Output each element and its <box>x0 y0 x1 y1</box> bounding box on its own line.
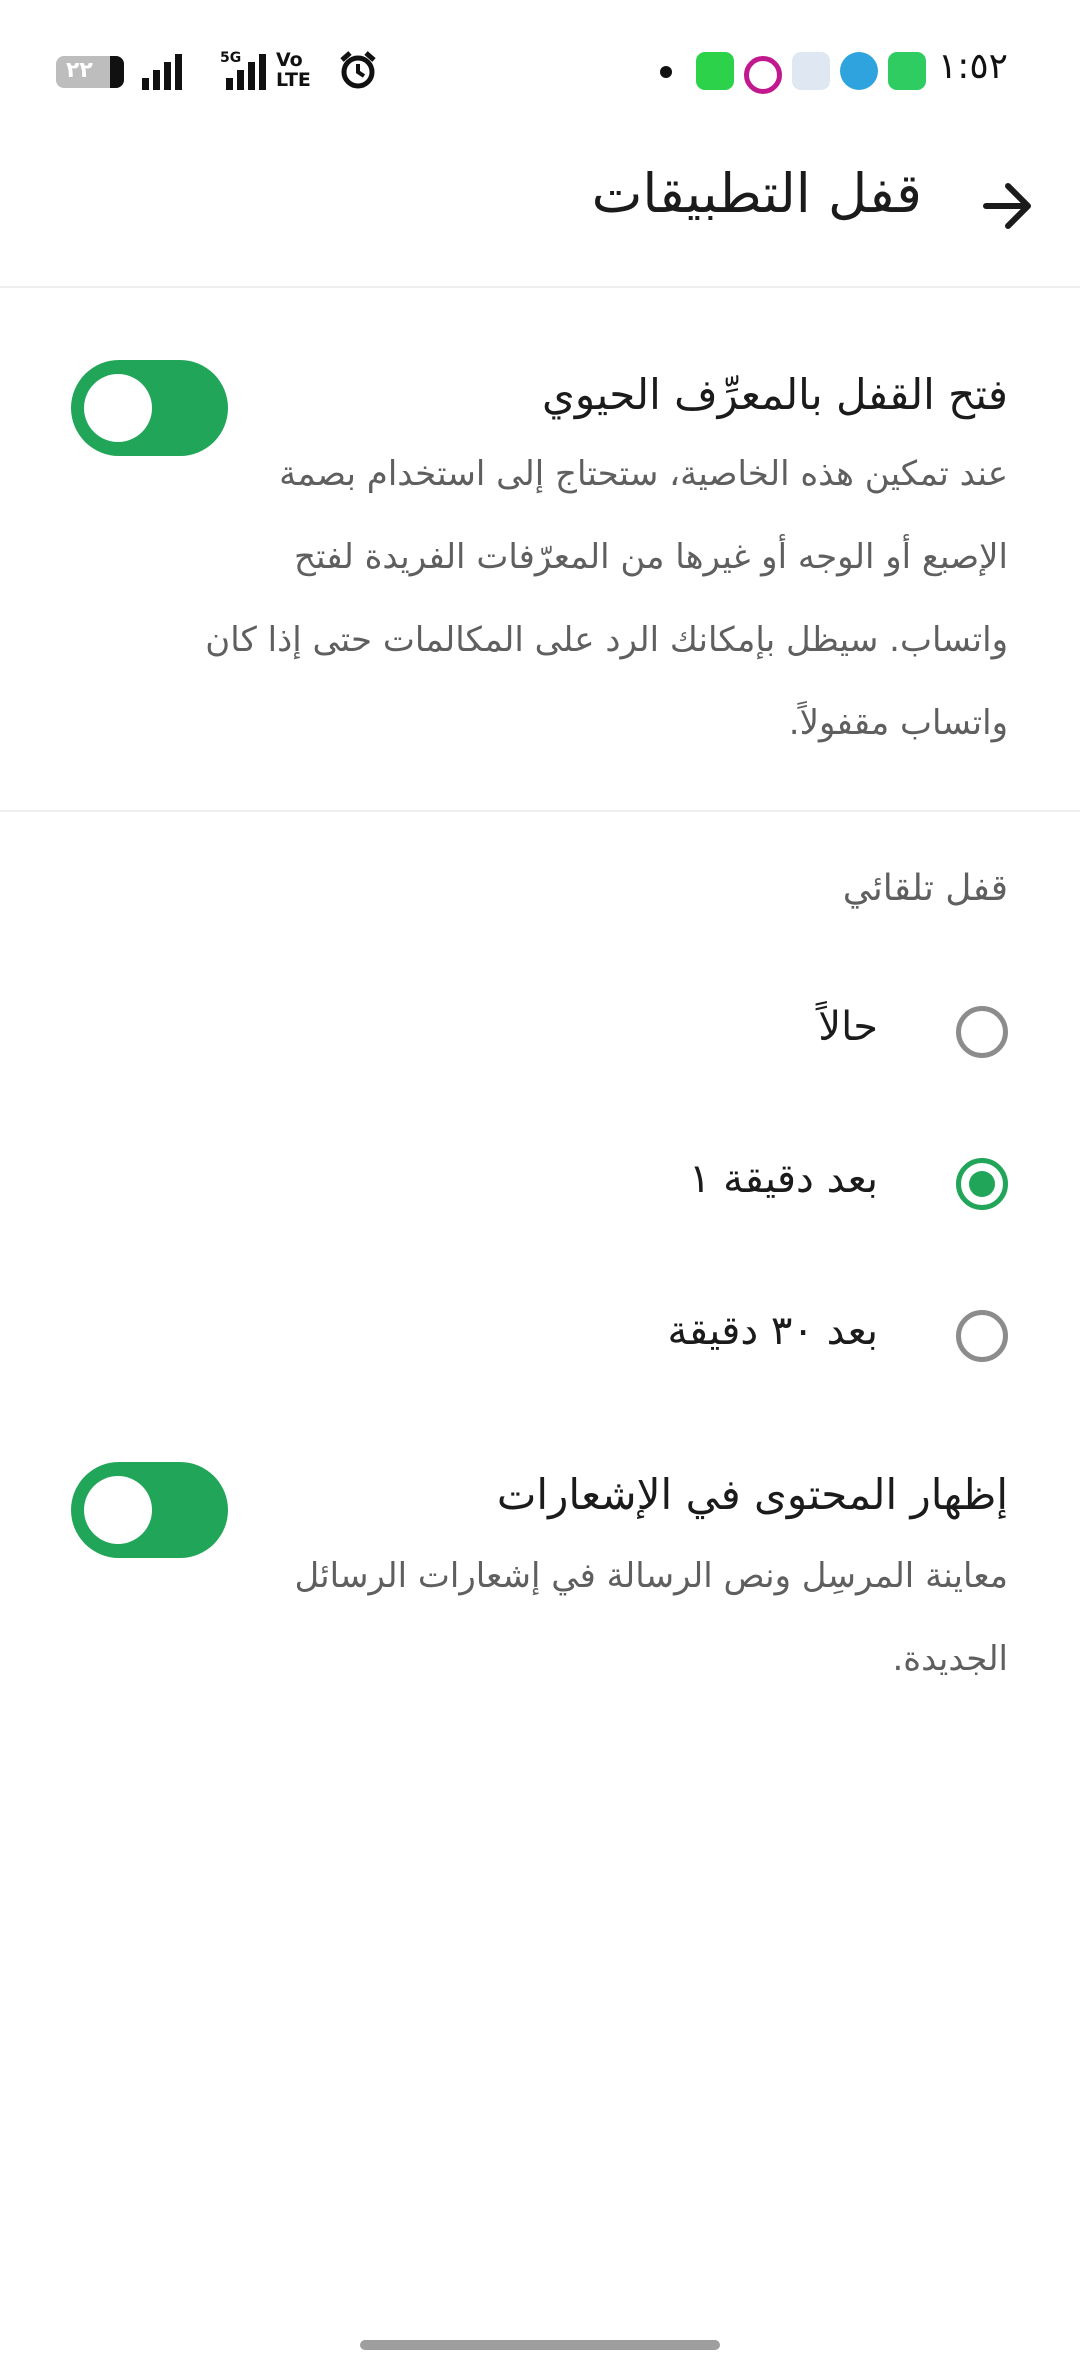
auto-lock-option-1-minute-radio[interactable] <box>956 1158 1008 1210</box>
app-icon <box>696 52 734 90</box>
home-indicator[interactable] <box>360 2340 720 2350</box>
telegram-icon <box>840 52 878 90</box>
notification-content-toggle[interactable] <box>71 1462 228 1558</box>
status-time: ١:٥٢ <box>937 46 1008 87</box>
app-icon <box>792 52 830 90</box>
battery-icon: ٢٢ <box>56 56 124 88</box>
biometric-unlock-description: عند تمكين هذه الخاصية، ستحتاج إلى استخدا… <box>205 454 1008 743</box>
auto-lock-option-immediately-label[interactable]: حالاً <box>818 1004 878 1050</box>
auto-lock-option-1-minute-label[interactable]: بعد دقيقة ١ <box>689 1156 878 1202</box>
notification-content-title: إظهار المحتوى في الإشعارات <box>496 1470 1008 1519</box>
auto-lock-option-30-minutes-label[interactable]: بعد ٣٠ دقيقة <box>667 1308 878 1354</box>
status-bar: ٢٢ 5G Vo LTE ١:٥٢ <box>0 0 1080 140</box>
auto-lock-option-30-minutes-radio[interactable] <box>956 1310 1008 1362</box>
svg-text:5G: 5G <box>220 50 241 66</box>
section-divider <box>0 810 1080 812</box>
biometric-unlock-toggle[interactable] <box>71 360 228 456</box>
signal-5g-icon: 5G <box>220 50 266 90</box>
auto-lock-option-immediately-radio[interactable] <box>956 1006 1008 1058</box>
biometric-unlock-title: فتح القفل بالمعرِّف الحيوي <box>541 370 1008 419</box>
battery-level: ٢٢ <box>66 58 93 83</box>
back-arrow-icon[interactable] <box>980 178 1036 234</box>
signal-icon <box>142 54 182 90</box>
alarm-icon <box>340 51 376 89</box>
page-title: قفل التطبيقات <box>591 162 922 225</box>
header-divider <box>0 286 1080 288</box>
notification-content-description: معاينة المرسِل ونص الرسالة في إشعارات ال… <box>294 1556 1008 1679</box>
auto-lock-label: قفل تلقائي <box>842 868 1008 909</box>
notification-dot-icon <box>660 66 672 78</box>
app-icon <box>744 56 782 94</box>
whatsapp-icon <box>888 52 926 90</box>
volte-icon: Vo LTE <box>276 49 311 91</box>
